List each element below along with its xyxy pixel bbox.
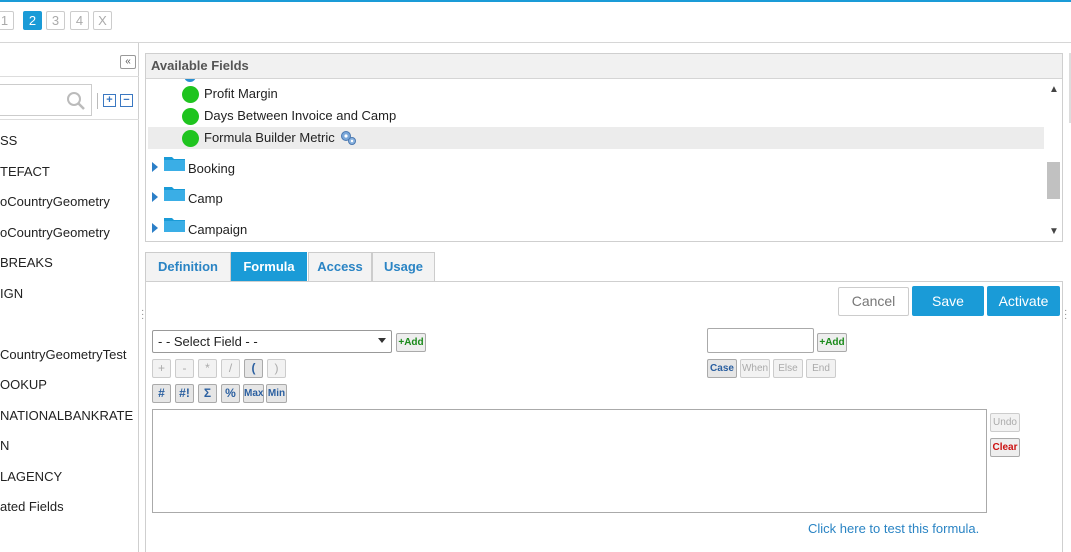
tab-formula[interactable]: Formula (231, 252, 307, 282)
chevron-down-icon[interactable]: ▼ (1049, 226, 1059, 237)
top-accent-line (0, 0, 1071, 2)
folder-icon (164, 157, 185, 171)
undo-button[interactable]: Undo (990, 413, 1020, 432)
metric-dot-icon (182, 130, 199, 147)
folder-camp[interactable]: Camp (188, 191, 223, 206)
else-button[interactable]: Else (773, 359, 803, 378)
metric-dot-icon (182, 86, 199, 103)
folder-campaign[interactable]: Campaign (188, 222, 247, 237)
formula-panel: Cancel Save Activate - - Select Field - … (145, 281, 1063, 552)
formula-editor[interactable] (152, 409, 987, 513)
select-field-dropdown[interactable]: - - Select Field - - (152, 330, 392, 353)
tab-definition[interactable]: Definition (145, 252, 231, 282)
save-button[interactable]: Save (912, 286, 984, 316)
hash-function-button[interactable]: # (152, 384, 171, 403)
minus-operator-button[interactable]: - (175, 359, 194, 378)
step-4[interactable]: 4 (70, 11, 89, 30)
expand-arrow-icon[interactable] (152, 162, 158, 172)
divide-operator-button[interactable]: / (221, 359, 240, 378)
hash-distinct-function-button[interactable]: #! (175, 384, 194, 403)
end-button[interactable]: End (806, 359, 836, 378)
collapse-panel-icon[interactable]: « (120, 55, 136, 69)
multiply-operator-button[interactable]: * (198, 359, 217, 378)
expand-arrow-icon[interactable] (152, 192, 158, 202)
list-item[interactable]: N (0, 438, 9, 453)
collapse-all-icon[interactable]: − (120, 94, 133, 107)
left-panel: « + − SS TEFACT oCountryGeometry oCountr… (0, 43, 139, 552)
step-1[interactable]: 1 (0, 11, 14, 30)
list-item[interactable]: NATIONALBANKRATE (0, 408, 133, 423)
step-3[interactable]: 3 (46, 11, 65, 30)
open-paren-button[interactable]: ( (244, 359, 263, 378)
list-item[interactable]: TEFACT (0, 164, 50, 179)
scrollbar-thumb[interactable] (1047, 162, 1060, 199)
list-item[interactable]: SS (0, 133, 17, 148)
case-button[interactable]: Case (707, 359, 737, 378)
formula-builder-page: 1 2 3 4 X « + − SS TEFACT oCountryGeomet… (0, 0, 1071, 552)
partial-tree-icon (184, 79, 196, 82)
close-paren-button[interactable]: ) (267, 359, 286, 378)
clear-button[interactable]: Clear (990, 438, 1020, 457)
tab-usage[interactable]: Usage (372, 252, 435, 282)
metric-days-between[interactable]: Days Between Invoice and Camp (204, 108, 396, 123)
metric-dot-icon (182, 108, 199, 125)
folder-icon (164, 218, 185, 232)
constant-input[interactable] (707, 328, 814, 353)
divider (97, 93, 98, 109)
plus-operator-button[interactable]: + (152, 359, 171, 378)
expand-arrow-icon[interactable] (152, 223, 158, 233)
splitter-handle-right[interactable]: · · · (1064, 306, 1067, 325)
tab-access[interactable]: Access (308, 252, 372, 282)
splitter-handle-left[interactable]: · · · (141, 306, 144, 325)
divider (0, 119, 139, 120)
folder-booking[interactable]: Booking (188, 161, 235, 176)
list-item[interactable]: LAGENCY (0, 469, 62, 484)
add-field-button[interactable]: +Add (396, 333, 426, 352)
list-item[interactable]: CountryGeometryTest (0, 347, 126, 362)
available-fields-tree: Profit Margin Days Between Invoice and C… (146, 79, 1046, 241)
min-function-button[interactable]: Min (266, 384, 287, 403)
chevron-up-icon[interactable]: ▲ (1049, 84, 1059, 95)
sum-function-button[interactable]: Σ (198, 384, 217, 403)
max-function-button[interactable]: Max (243, 384, 264, 403)
expand-all-icon[interactable]: + (103, 94, 116, 107)
close-wizard-button[interactable]: X (93, 11, 112, 30)
when-button[interactable]: When (740, 359, 770, 378)
available-fields-title: Available Fields (146, 54, 1062, 79)
list-item[interactable]: BREAKS (0, 255, 53, 270)
available-fields-panel: Available Fields Profit Margin Days Betw… (145, 53, 1063, 242)
tree-scrollbar[interactable]: ▲ ▼ (1046, 79, 1062, 241)
header-divider (0, 42, 1071, 43)
list-item[interactable]: ated Fields (0, 499, 64, 514)
list-item[interactable]: oCountryGeometry (0, 225, 110, 240)
folder-icon (164, 187, 185, 201)
divider (0, 76, 139, 77)
gear-icon (341, 131, 356, 145)
chevron-down-icon (378, 338, 386, 343)
search-icon[interactable] (66, 91, 86, 111)
metric-profit-margin[interactable]: Profit Margin (204, 86, 278, 101)
select-field-value: - - Select Field - - (158, 334, 258, 349)
list-item[interactable]: oCountryGeometry (0, 194, 110, 209)
list-item[interactable]: OOKUP (0, 377, 47, 392)
step-2[interactable]: 2 (23, 11, 42, 30)
add-constant-button[interactable]: +Add (817, 333, 847, 352)
list-item[interactable]: IGN (0, 286, 23, 301)
metric-formula-builder[interactable]: Formula Builder Metric (204, 130, 335, 145)
cancel-button[interactable]: Cancel (838, 287, 909, 316)
percent-function-button[interactable]: % (221, 384, 240, 403)
activate-button[interactable]: Activate (987, 286, 1060, 316)
test-formula-link[interactable]: Click here to test this formula. (808, 521, 979, 536)
